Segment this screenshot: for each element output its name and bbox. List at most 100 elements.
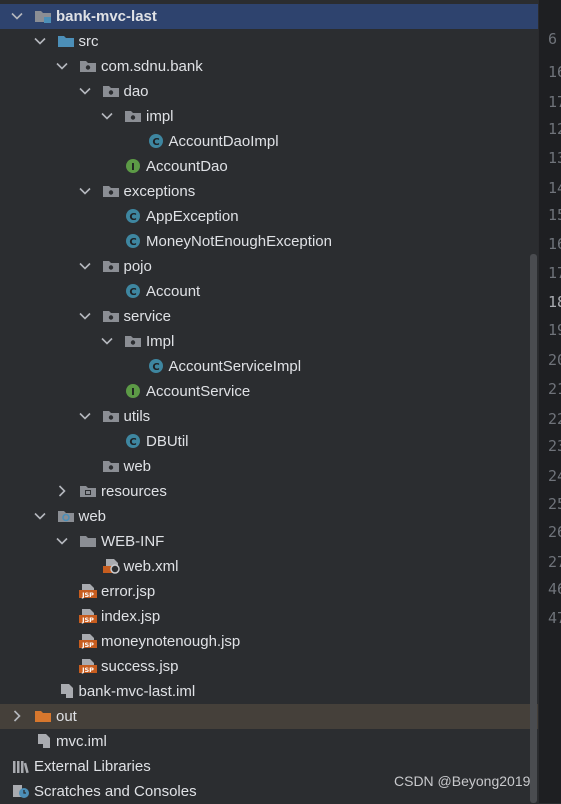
chevron-down-icon[interactable] (100, 109, 114, 123)
chevron-down-icon[interactable] (33, 34, 47, 48)
svg-text:C: C (152, 137, 159, 148)
chevron-down-icon[interactable] (55, 59, 69, 73)
tree-item-web[interactable]: web (0, 454, 538, 479)
jsp-file-icon: JSP (79, 633, 97, 649)
chevron-down-icon[interactable] (78, 184, 92, 198)
package-icon (124, 333, 142, 349)
tree-item-label: error.jsp (101, 583, 156, 600)
watermark: CSDN @Beyong2019 (394, 773, 531, 789)
tree-item-label: mvc.iml (56, 733, 107, 750)
tree-item-label: web.xml (123, 558, 179, 575)
line-number: 16 (548, 63, 561, 81)
chevron-down-icon[interactable] (78, 259, 92, 273)
tree-item-bank-mvc-last[interactable]: bank-mvc-last (0, 4, 538, 29)
svg-text:C: C (129, 287, 136, 298)
package-icon (102, 458, 120, 474)
tree-item-accountdao[interactable]: I AccountDao (0, 154, 538, 179)
svg-text:C: C (152, 362, 159, 373)
line-number: 15 (548, 206, 561, 224)
chevron-down-icon[interactable] (78, 84, 92, 98)
tree-item-impl[interactable]: Impl (0, 329, 538, 354)
tree-item-label: index.jsp (101, 608, 161, 625)
chevron-down-icon[interactable] (100, 334, 114, 348)
package-icon (124, 108, 142, 124)
tree-item-index-jsp[interactable]: JSP index.jsp (0, 604, 538, 629)
tree-item-label: AccountServiceImpl (168, 358, 302, 375)
tree-item-moneynotenough-jsp[interactable]: JSP moneynotenough.jsp (0, 629, 538, 654)
tree-item-appexception[interactable]: C AppException (0, 204, 538, 229)
line-number: 16 (548, 235, 561, 253)
tree-item-label: External Libraries (34, 758, 151, 775)
tree-item-label: MoneyNotEnoughException (146, 233, 332, 250)
tree-item-pojo[interactable]: pojo (0, 254, 538, 279)
tree-item-label: DBUtil (146, 433, 189, 450)
line-number: 6 (548, 30, 558, 48)
chevron-down-icon[interactable] (10, 9, 24, 23)
tree-item-error-jsp[interactable]: JSP error.jsp (0, 579, 538, 604)
chevron-down-icon[interactable] (78, 409, 92, 423)
tree-item-dbutil[interactable]: C DBUtil (0, 429, 538, 454)
tree-item-label: exceptions (123, 183, 196, 200)
package-icon (102, 83, 120, 99)
tree-item-service[interactable]: service (0, 304, 538, 329)
chevron-right-icon[interactable] (55, 484, 69, 498)
java-class-icon: C (124, 433, 142, 449)
tree-item-web[interactable]: web (0, 504, 538, 529)
chevron-down-icon[interactable] (33, 509, 47, 523)
chevron-right-icon[interactable] (10, 709, 24, 723)
tree-item-resources[interactable]: resources (0, 479, 538, 504)
tree-item-label: bank-mvc-last.iml (78, 683, 196, 700)
line-number: 19 (548, 321, 561, 339)
tree-item-label: resources (101, 483, 167, 500)
line-number: 47 (548, 609, 561, 627)
line-number: 46 (548, 580, 561, 598)
tree-item-bank-mvc-last-iml[interactable]: bank-mvc-last.iml (0, 679, 538, 704)
jsp-badge-text: JSP (81, 641, 94, 649)
chevron-down-icon[interactable] (78, 309, 92, 323)
tree-item-accountdaoimpl[interactable]: C AccountDaoImpl (0, 129, 538, 154)
tree-item-src[interactable]: src (0, 29, 538, 54)
tree-item-label: pojo (123, 258, 152, 275)
tree-item-accountserviceimpl[interactable]: C AccountServiceImpl (0, 354, 538, 379)
jsp-file-icon: JSP (79, 608, 97, 624)
svg-text:C: C (129, 212, 136, 223)
line-number: 13 (548, 149, 561, 167)
tree-item-dao[interactable]: dao (0, 79, 538, 104)
tree-item-label: src (78, 33, 99, 50)
tree-item-com-sdnu-bank[interactable]: com.sdnu.bank (0, 54, 538, 79)
line-number: 21 (548, 380, 561, 398)
tree-item-web-xml[interactable]: web.xml (0, 554, 538, 579)
jsp-file-icon: JSP (79, 583, 97, 599)
java-interface-icon: I (124, 158, 142, 174)
libraries-icon (12, 758, 30, 774)
tree-item-accountservice[interactable]: I AccountService (0, 379, 538, 404)
tree-item-web-inf[interactable]: WEB-INF (0, 529, 538, 554)
module-folder-icon (34, 8, 52, 24)
line-number: 20 (548, 351, 561, 369)
line-number: 25 (548, 495, 561, 513)
tree-item-utils[interactable]: utils (0, 404, 538, 429)
tree-item-account[interactable]: C Account (0, 279, 538, 304)
svg-text:C: C (129, 237, 136, 248)
tree-item-label: success.jsp (101, 658, 179, 675)
package-icon (102, 183, 120, 199)
chevron-down-icon[interactable] (55, 534, 69, 548)
tree-item-success-jsp[interactable]: JSP success.jsp (0, 654, 538, 679)
tree-item-impl[interactable]: impl (0, 104, 538, 129)
svg-text:I: I (131, 162, 135, 173)
tree-item-label: moneynotenough.jsp (101, 633, 241, 650)
tree-item-label: dao (123, 83, 149, 100)
tree-item-label: com.sdnu.bank (101, 58, 203, 75)
line-number: 18 (548, 293, 561, 311)
tree-item-moneynotenoughexception[interactable]: C MoneyNotEnoughException (0, 229, 538, 254)
tree-item-label: Impl (146, 333, 175, 350)
scrollbar[interactable] (530, 254, 537, 803)
package-icon (102, 308, 120, 324)
editor-gutter: 6 16 17 12 13 14 15 16 17 18 19 20 21 22 23 24 25 26 27 46 4… (538, 0, 561, 803)
tree-item-exceptions[interactable]: exceptions (0, 179, 538, 204)
project-tree: bank-mvc-last src com.sdnu.bank dao impl C Acc… (0, 0, 538, 803)
tree-item-out[interactable]: out (0, 704, 538, 729)
jsp-badge-text: JSP (81, 591, 94, 599)
tree-item-mvc-iml[interactable]: mvc.iml (0, 729, 538, 754)
tree-item-label: utils (123, 408, 151, 425)
